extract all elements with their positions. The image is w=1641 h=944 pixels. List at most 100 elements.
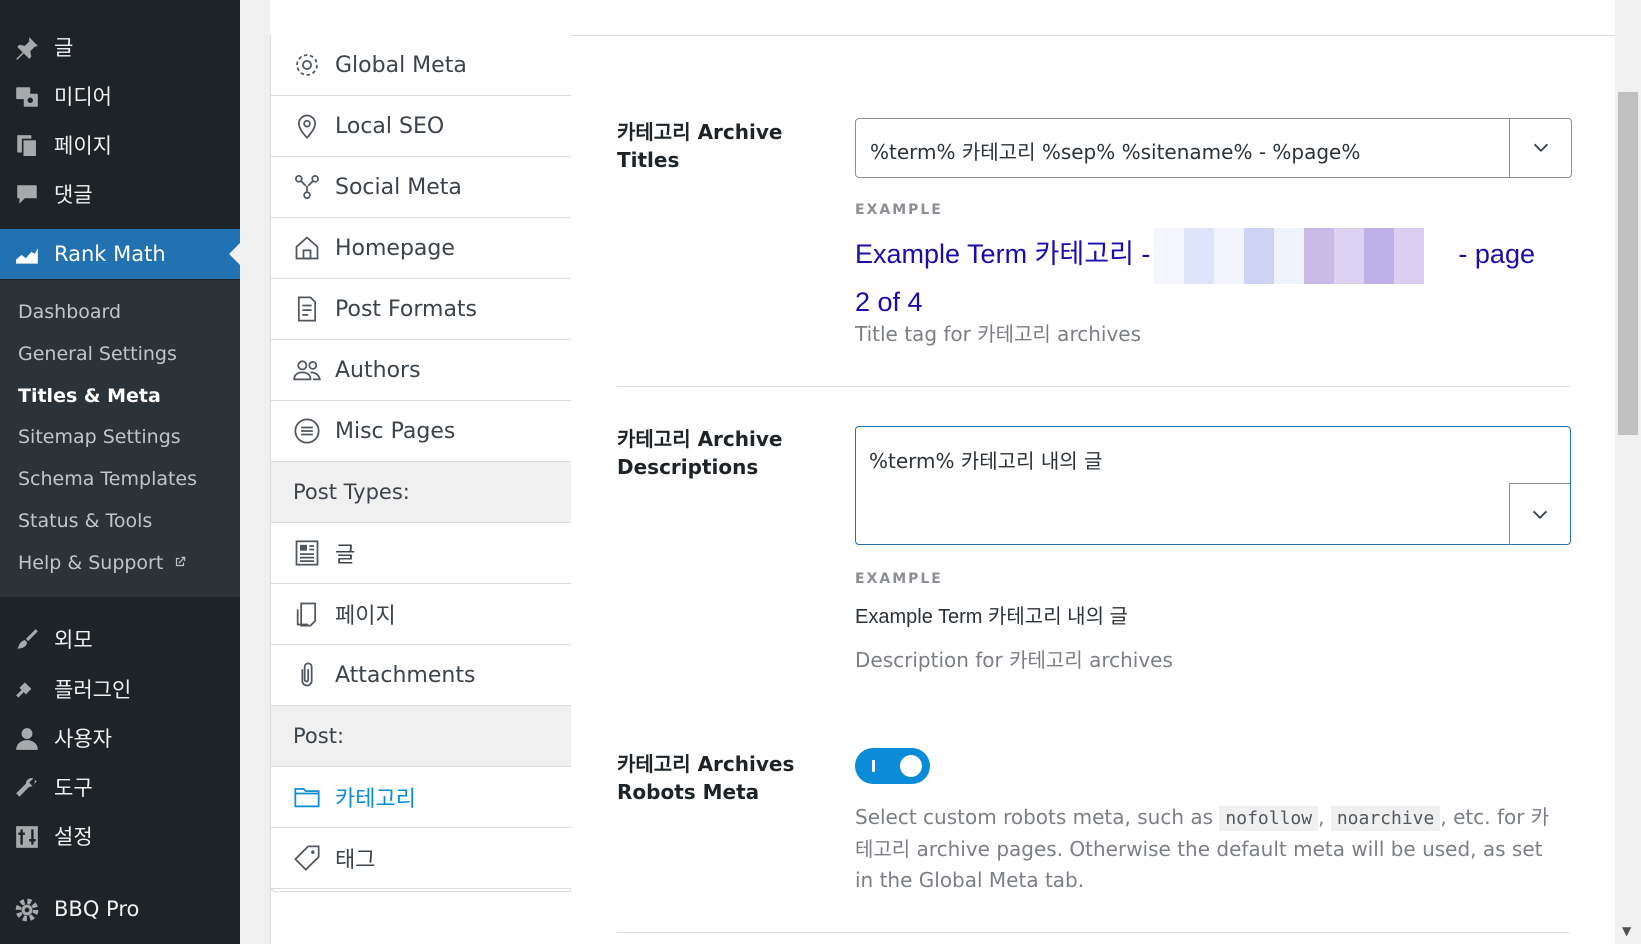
archive-descriptions-value[interactable]: %term% 카테고리 내의 글	[869, 445, 1102, 474]
page-icon	[296, 602, 317, 627]
tab-label: Post Formats	[335, 296, 478, 322]
tab-label: 카테고리	[335, 787, 416, 812]
menu-label: 사용자	[54, 727, 112, 751]
paperclip-icon	[301, 662, 313, 687]
tab-label: 태그	[335, 848, 376, 873]
tab-label: Misc Pages	[335, 418, 456, 444]
tab-post-formats[interactable]: Post Formats	[271, 279, 571, 340]
settings-icon	[16, 826, 38, 848]
tab-attachments[interactable]: Attachments	[271, 645, 571, 706]
menu-item-bbq-pro[interactable]: BBQ Pro	[0, 884, 240, 934]
tab-tags[interactable]: 태그	[271, 828, 571, 889]
help-comma: ,	[1318, 805, 1325, 829]
code-noarchive: noarchive	[1330, 806, 1441, 831]
home-icon	[295, 236, 319, 260]
archive-titles-field[interactable]: %term% 카테고리 %sep% %sitename% - %page%	[855, 118, 1572, 178]
submenu-schema-templates[interactable]: Schema Templates	[18, 468, 197, 490]
tag-icon	[294, 845, 320, 871]
appearance-icon	[17, 629, 38, 649]
menu-label: 외모	[54, 628, 93, 652]
menu-label: 미디어	[54, 85, 112, 109]
help-text: Select custom robots meta, such as	[855, 805, 1214, 829]
menu-item-users[interactable]: 사용자	[0, 713, 240, 763]
menu-label: BBQ Pro	[54, 897, 140, 921]
tab-social-meta[interactable]: Social Meta	[271, 157, 571, 218]
tab-label: Social Meta	[335, 174, 462, 200]
tab-label: 페이지	[335, 604, 396, 629]
scroll-down-arrow-icon[interactable]: ▼	[1622, 924, 1631, 938]
archive-titles-help: Title tag for 카테고리 archives	[855, 322, 1142, 346]
gear-icon	[15, 898, 39, 922]
submenu-general-settings[interactable]: General Settings	[18, 343, 177, 365]
menu-item-settings[interactable]: 설정	[0, 811, 240, 861]
plugins-icon	[16, 679, 32, 698]
panel-top-strip	[270, 0, 1616, 36]
submenu-help-support[interactable]: Help & Support	[18, 552, 187, 574]
admin-sidebar: 글 미디어 페이지 댓글 Rank Math Dashboard General…	[0, 0, 240, 944]
tab-navigation: Global Meta Local SEO Social Meta Homepa…	[270, 35, 572, 892]
section-divider	[617, 386, 1570, 387]
tab-pages[interactable]: 페이지	[271, 584, 571, 645]
example-label: EXAMPLE	[855, 202, 943, 218]
submenu-titles-meta[interactable]: Titles & Meta	[18, 385, 161, 407]
example-title-prefix: Example Term 카테고리 -	[855, 239, 1151, 270]
menu-item-comments[interactable]: 댓글	[0, 169, 240, 219]
tab-homepage[interactable]: Homepage	[271, 218, 571, 279]
pages-icon	[17, 135, 38, 158]
tab-label: Local SEO	[335, 113, 445, 139]
tab-authors[interactable]: Authors	[271, 340, 571, 401]
archive-descriptions-field[interactable]: %term% 카테고리 내의 글	[855, 426, 1571, 545]
robots-meta-label: 카테고리 Archives Robots Meta	[617, 752, 795, 804]
menu-item-tools[interactable]: 도구	[0, 762, 240, 812]
tab-label: 글	[335, 543, 356, 568]
post-types-heading: Post Types:	[271, 462, 571, 523]
variables-dropdown-button[interactable]	[1509, 119, 1571, 177]
tab-local-seo[interactable]: Local SEO	[271, 96, 571, 157]
section-divider	[617, 932, 1570, 933]
menu-item-plugins[interactable]: 플러그인	[0, 664, 240, 714]
submenu-sitemap-settings[interactable]: Sitemap Settings	[18, 426, 181, 448]
robots-meta-toggle[interactable]	[855, 748, 930, 784]
toggle-knob	[900, 755, 922, 777]
chevron-down-icon	[1532, 510, 1548, 519]
example-label: EXAMPLE	[855, 571, 943, 587]
archive-descriptions-label: 카테고리 Archive Descriptions	[617, 427, 783, 479]
page-scrollbar[interactable]: ▼	[1615, 0, 1641, 944]
media-icon	[16, 87, 38, 107]
menu-item-pages[interactable]: 페이지	[0, 120, 240, 170]
tab-label: Attachments	[335, 662, 476, 688]
tab-label: Authors	[335, 357, 421, 383]
menu-label: 설정	[54, 825, 93, 849]
menu-item-rank-math[interactable]: Rank Math	[0, 229, 240, 279]
pixelated-sitename	[1154, 228, 1455, 284]
post-heading: Post:	[271, 706, 571, 767]
tab-category[interactable]: 카테고리	[271, 767, 572, 828]
tab-label: Global Meta	[335, 52, 467, 78]
comments-icon	[17, 185, 37, 204]
article-icon	[295, 540, 319, 566]
submenu-label: Help & Support	[18, 552, 164, 574]
tab-global-meta[interactable]: Global Meta	[271, 35, 571, 96]
menu-label: 페이지	[54, 134, 112, 158]
menu-item-posts[interactable]: 글	[0, 22, 240, 72]
submenu-dashboard[interactable]: Dashboard	[18, 301, 121, 323]
rank-math-submenu: Dashboard General Settings Titles & Meta…	[0, 280, 240, 597]
example-description: Example Term 카테고리 내의 글	[855, 606, 1128, 628]
menu-label: 플러그인	[54, 678, 132, 702]
variables-dropdown-button[interactable]	[1509, 483, 1570, 545]
list-circle-icon	[294, 418, 320, 444]
tab-posts[interactable]: 글	[271, 523, 571, 584]
menu-label: 글	[54, 36, 74, 60]
archive-titles-value[interactable]: %term% 카테고리 %sep% %sitename% - %page%	[870, 136, 1360, 165]
menu-label: 댓글	[54, 183, 93, 207]
menu-item-appearance[interactable]: 외모	[0, 614, 240, 664]
menu-item-media[interactable]: 미디어	[0, 71, 240, 121]
submenu-status-tools[interactable]: Status & Tools	[18, 510, 152, 532]
menu-label: Rank Math	[54, 242, 166, 266]
rank-math-icon	[16, 248, 38, 264]
pin-icon	[16, 37, 38, 60]
tab-misc-pages[interactable]: Misc Pages	[271, 401, 571, 462]
scrollbar-thumb[interactable]	[1618, 92, 1638, 435]
tab-label: Homepage	[335, 235, 455, 261]
robots-meta-help: Select custom robots meta, such as nofol…	[855, 802, 1555, 896]
